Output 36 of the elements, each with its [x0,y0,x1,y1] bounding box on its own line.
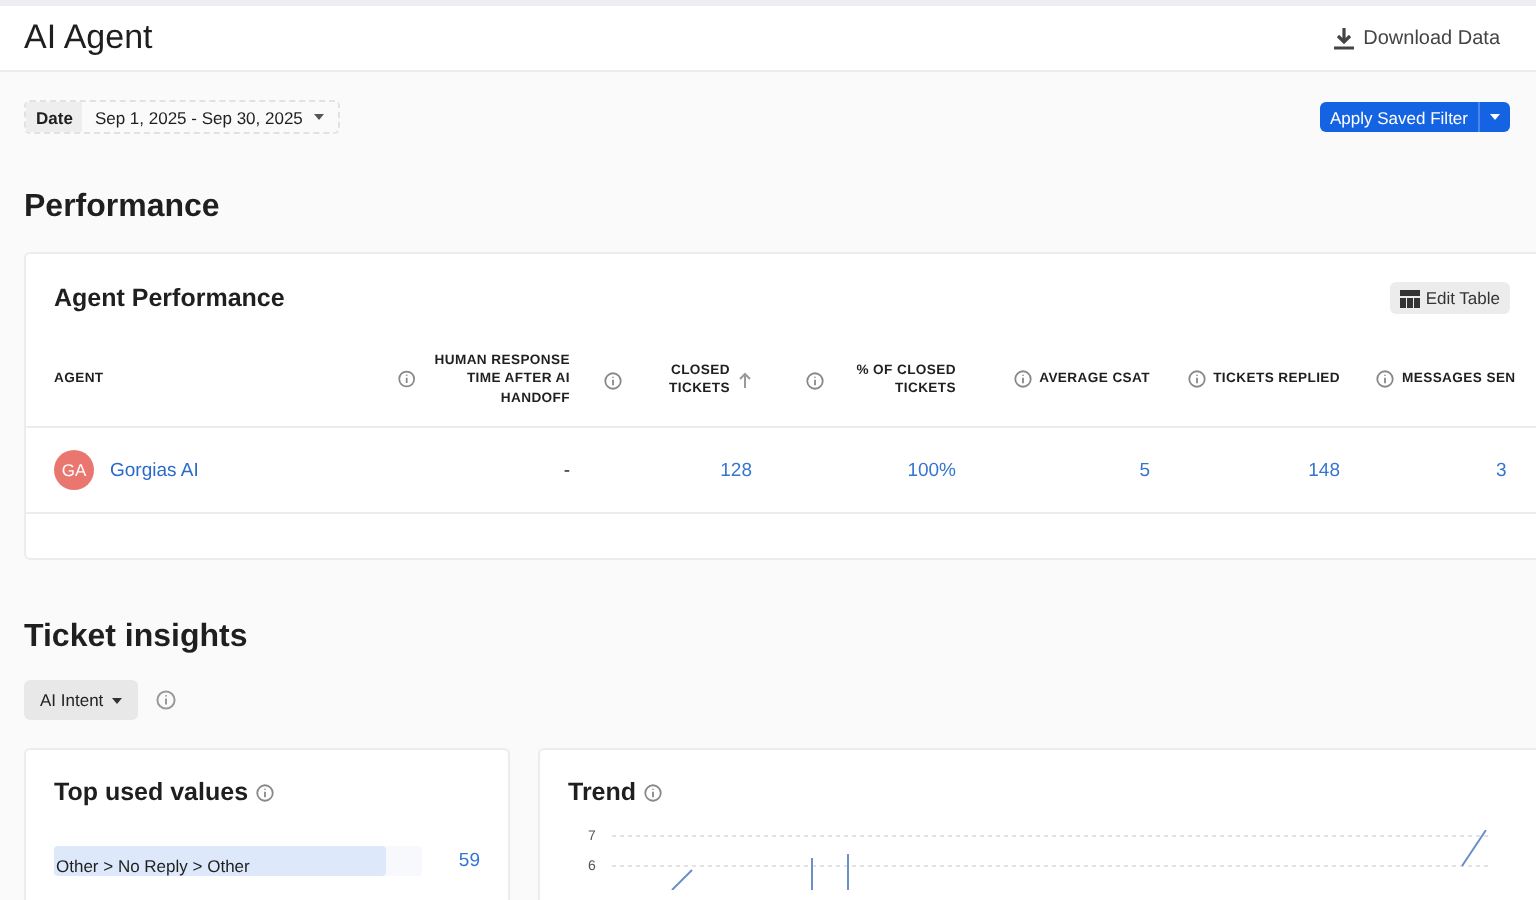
card-title: Top used values [54,778,249,806]
avatar: GA [54,450,94,490]
agent-link[interactable]: Gorgias AI [110,459,199,481]
table-cell: - [563,459,570,481]
info-icon [1376,370,1394,389]
card-title: Trend [568,778,637,806]
download-data-button[interactable]: Download Data [1321,25,1512,51]
info-icon [644,783,663,801]
table-icon [1399,289,1420,307]
page-title: AI Agent [24,18,153,58]
info-icon [806,371,824,389]
info-icon [155,690,176,710]
table-cell[interactable]: 148 [1308,459,1340,481]
table-cell[interactable]: 128 [720,459,752,481]
caret-icon [314,114,325,120]
card-title: Agent Performance [54,284,285,312]
caret-icon [1490,114,1500,120]
caret-icon [111,697,122,703]
info-icon [398,370,416,389]
apply-saved-filter-button[interactable]: Apply Saved Filter [1320,102,1510,132]
table-cell[interactable]: 100% [907,459,956,481]
info-icon [604,371,622,389]
table-cell[interactable]: 3 [1496,459,1507,481]
table-cell[interactable]: 5 [1139,459,1150,481]
section-title: Ticket insights [24,620,250,656]
info-icon [1187,370,1206,389]
sort-arrow-icon [738,372,752,388]
edit-table-button[interactable]: Edit Table [1389,282,1510,314]
value-count[interactable]: 59 [458,850,480,872]
section-title: Performance [24,190,222,226]
value-label: Other > No Reply > Other [54,856,250,876]
info-icon [1013,370,1032,389]
date-filter[interactable]: Date Sep 1, 2025 - Sep 30, 2025 [24,100,341,134]
info-icon [256,783,275,801]
download-icon [1333,27,1354,49]
ai-intent-dropdown[interactable]: AI Intent [24,680,138,720]
